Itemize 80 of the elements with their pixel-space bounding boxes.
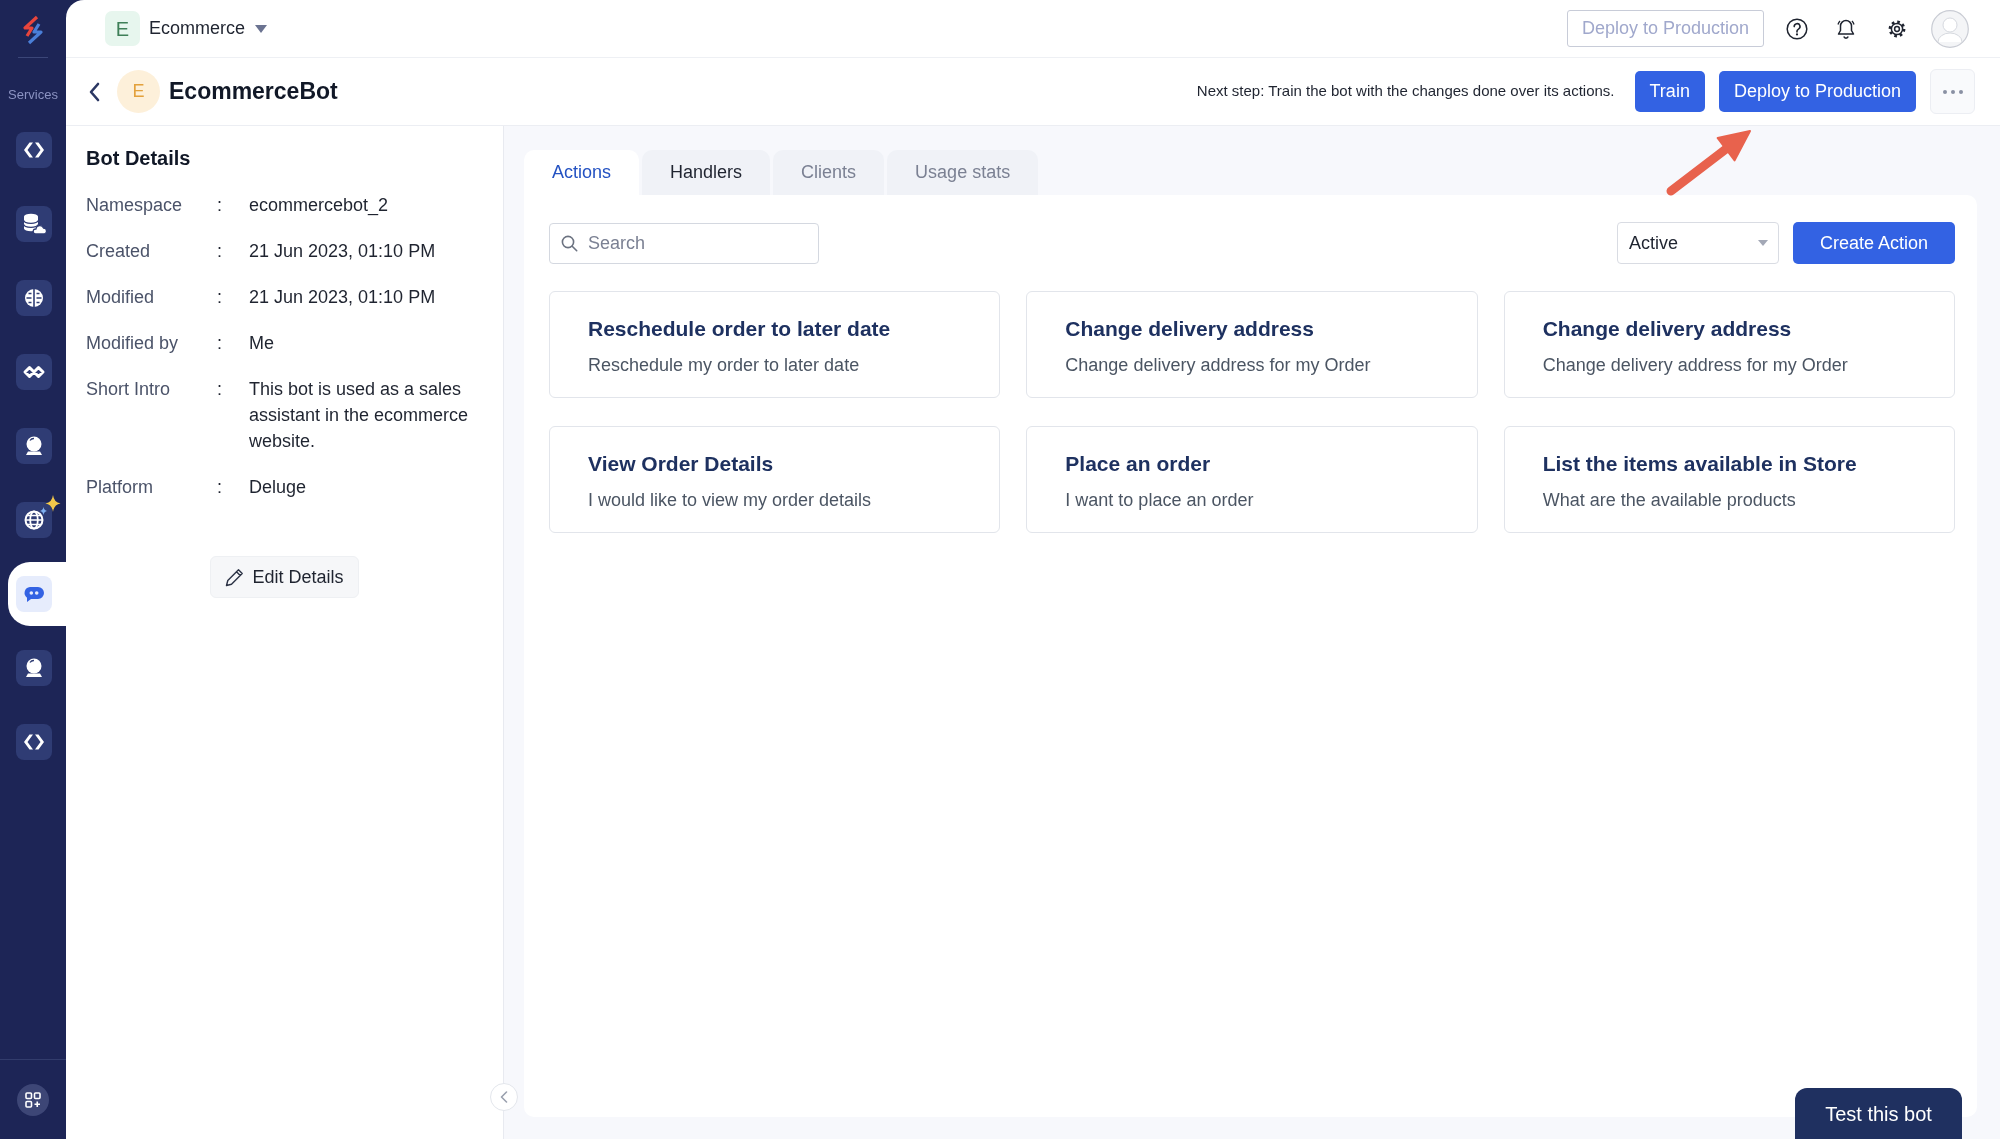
back-button[interactable]: [87, 80, 101, 103]
bot-name: EcommerceBot: [169, 77, 338, 107]
chevron-left-icon: [500, 1091, 508, 1103]
action-description: Reschedule my order to later date: [588, 354, 861, 376]
apps-icon[interactable]: [17, 1084, 49, 1116]
chevrons-icon: [16, 724, 52, 760]
action-title: Place an order: [1065, 451, 1212, 477]
sidebar-item[interactable]: [16, 724, 52, 760]
detail-separator: :: [217, 240, 223, 263]
sparkle-icon: [39, 494, 61, 517]
detail-value: 21 Jun 2023, 01:10 PM: [249, 240, 437, 263]
action-card[interactable]: View Order Details I would like to view my order details: [549, 426, 1001, 533]
caret-icon: [1758, 240, 1768, 246]
sidebar-item[interactable]: [16, 428, 52, 464]
sidebar-item[interactable]: [16, 502, 52, 538]
action-title: Change delivery address: [1065, 316, 1315, 342]
detail-label: Created: [86, 240, 152, 263]
sidebar-item[interactable]: [16, 354, 52, 390]
status-dropdown[interactable]: Active: [1617, 222, 1779, 264]
action-title: Change delivery address: [1542, 316, 1793, 342]
search-icon: [561, 234, 578, 252]
globe-icon: [16, 502, 52, 538]
detail-label: Modified by: [86, 332, 180, 355]
action-card[interactable]: Place an order I want to place an order: [1026, 426, 1478, 533]
action-title: View Order Details: [588, 451, 775, 477]
detail-label: Platform: [86, 476, 155, 499]
sidebar-item[interactable]: [16, 280, 52, 316]
sidebar-item[interactable]: [16, 206, 52, 242]
action-card[interactable]: Change delivery address Change delivery address for my Order: [1503, 291, 1955, 398]
workspace-dropdown[interactable]: Ecommerce: [149, 15, 268, 42]
action-card[interactable]: Reschedule order to later date Reschedule my order to later date: [549, 291, 1001, 398]
sidebar-item[interactable]: [8, 562, 66, 626]
detail-label: Modified: [86, 286, 156, 309]
detail-separator: :: [217, 378, 223, 401]
detail-label: Namespace: [86, 194, 184, 217]
detail-value: ecommercebot_2: [249, 194, 390, 218]
test-bot-button[interactable]: Test this bot: [1795, 1088, 1962, 1139]
action-title: List the items available in Store: [1542, 451, 1858, 477]
action-description: I would like to view my order details: [588, 489, 873, 511]
help-icon[interactable]: [1786, 17, 1808, 40]
caret-icon: [255, 24, 268, 33]
train-button[interactable]: Train: [1634, 71, 1705, 112]
action-title: Reschedule order to later date: [588, 316, 892, 342]
detail-separator: :: [217, 476, 223, 499]
action-description: Change delivery address for my Order: [1065, 354, 1372, 376]
action-card[interactable]: Change delivery address Change delivery address for my Order: [1026, 291, 1478, 398]
detail-separator: :: [217, 194, 223, 217]
search-field[interactable]: Search: [549, 222, 819, 264]
database-cloud-icon: [16, 206, 52, 242]
edit-details-button[interactable]: Edit Details: [210, 556, 359, 598]
detail-value: Me: [249, 332, 275, 355]
action-card[interactable]: List the items available in Store What are the available products: [1503, 426, 1955, 533]
detail-separator: :: [217, 286, 223, 309]
detail-label: Short Intro: [86, 378, 172, 401]
chevron-left-icon: [88, 81, 100, 102]
chat-bubble-icon: [16, 576, 52, 612]
next-step-text: Next step: Train the bot with the changes done over its actions.: [1196, 81, 1615, 102]
section-title: Bot Details: [86, 146, 192, 171]
action-description: I want to place an order: [1065, 489, 1255, 511]
sidebar-item[interactable]: [16, 650, 52, 686]
workspace-avatar: E: [105, 11, 140, 46]
pencil-icon: [225, 567, 245, 587]
tab[interactable]: Handlers: [642, 150, 771, 195]
bot-avatar: E: [117, 70, 160, 113]
action-description: What are the available products: [1542, 489, 1797, 511]
sidebar-item[interactable]: [16, 132, 52, 168]
infinity-icon: [16, 354, 52, 390]
tab[interactable]: Actions: [524, 150, 640, 195]
more-icon: [1942, 89, 1963, 94]
chevrons-icon: [16, 132, 52, 168]
bell-icon[interactable]: [1836, 17, 1856, 40]
action-description: Change delivery address for my Order: [1542, 354, 1849, 376]
detail-value: Deluge: [249, 476, 308, 499]
deploy-button[interactable]: Deploy to Production: [1718, 71, 1916, 112]
create-action-button[interactable]: Create Action: [1793, 222, 1955, 264]
detail-value: This bot is used as a sales assistant in the ecommerce website.: [249, 378, 470, 453]
detail-separator: :: [217, 332, 223, 355]
sidebar-label: Services: [8, 87, 58, 103]
detail-value: 21 Jun 2023, 01:10 PM: [249, 286, 437, 309]
brain-icon: [16, 280, 52, 316]
